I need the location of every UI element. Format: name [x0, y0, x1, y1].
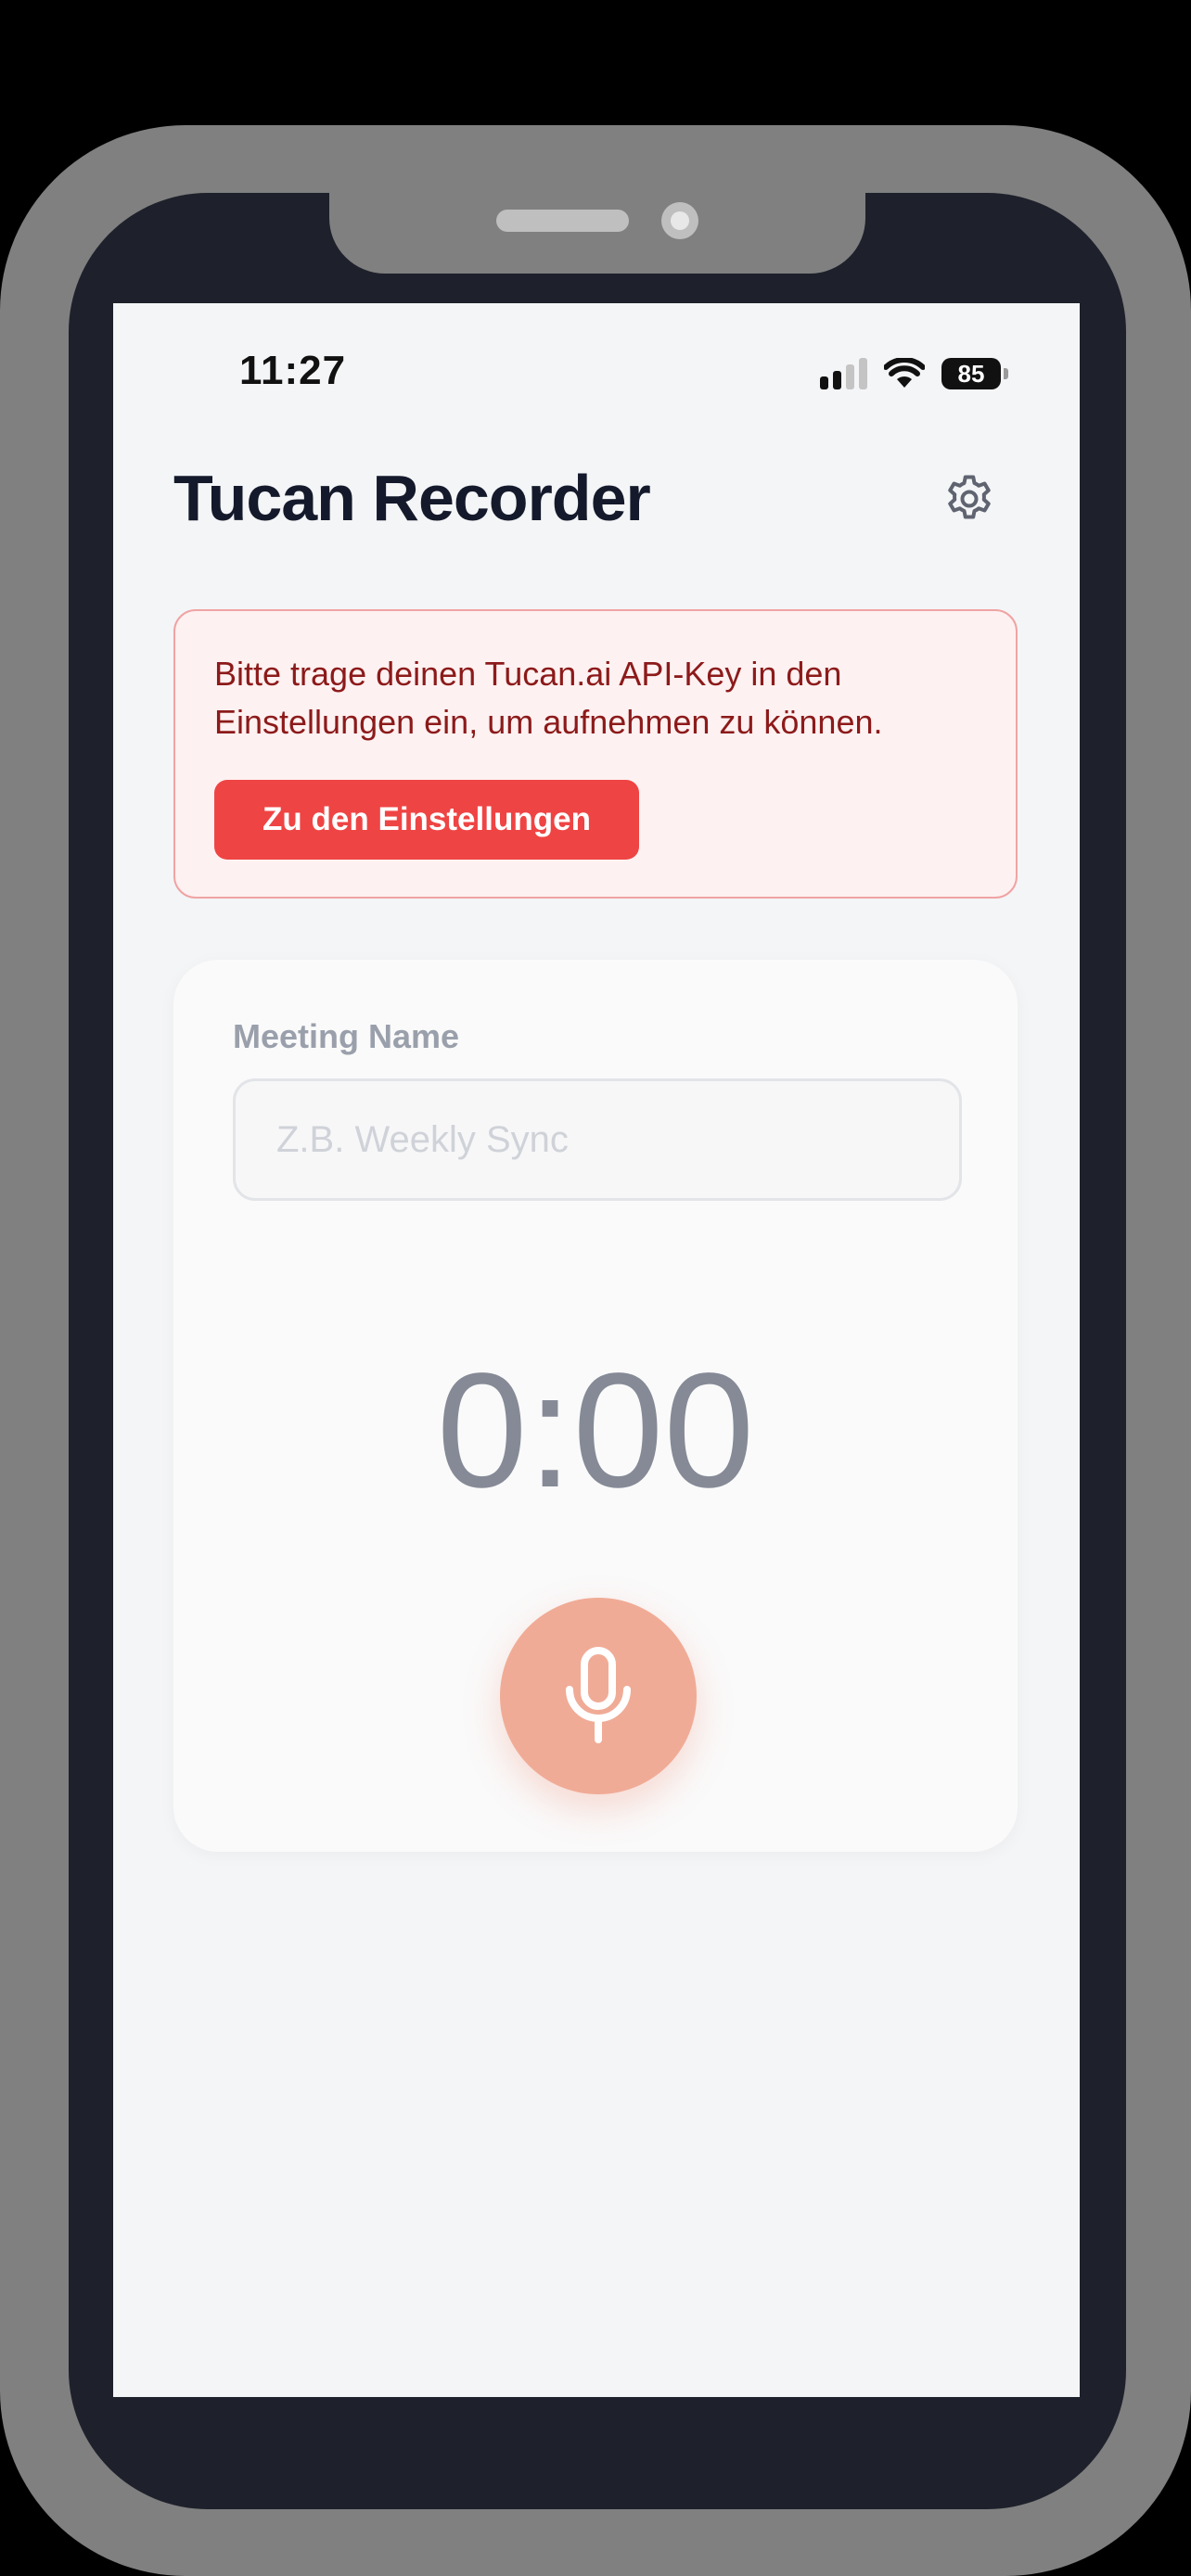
- go-to-settings-button[interactable]: Zu den Einstellungen: [214, 780, 639, 860]
- app-screen: 11:27 85 Tucan Recorder Bitte trage dein…: [113, 303, 1080, 2397]
- meeting-name-input[interactable]: [233, 1078, 962, 1201]
- cellular-signal-icon: [820, 358, 867, 389]
- gear-icon: [948, 475, 991, 519]
- settings-button[interactable]: [937, 466, 1002, 531]
- recorder-card: Meeting Name 0:00: [173, 960, 1018, 1852]
- api-key-alert: Bitte trage deinen Tucan.ai API-Key in d…: [173, 609, 1018, 899]
- recording-timer: 0:00: [436, 1340, 755, 1522]
- record-button[interactable]: [500, 1598, 697, 1794]
- alert-message: Bitte trage deinen Tucan.ai API-Key in d…: [214, 655, 883, 741]
- front-camera: [661, 202, 698, 239]
- meeting-name-label: Meeting Name: [233, 1017, 460, 1055]
- status-time: 11:27: [239, 348, 347, 393]
- wifi-icon: [884, 358, 925, 388]
- microphone-icon: [566, 1647, 631, 1743]
- speaker-grille: [496, 210, 629, 232]
- battery-indicator: 85: [941, 358, 1008, 389]
- status-indicators: 85: [820, 355, 1008, 392]
- page-title: Tucan Recorder: [173, 462, 651, 534]
